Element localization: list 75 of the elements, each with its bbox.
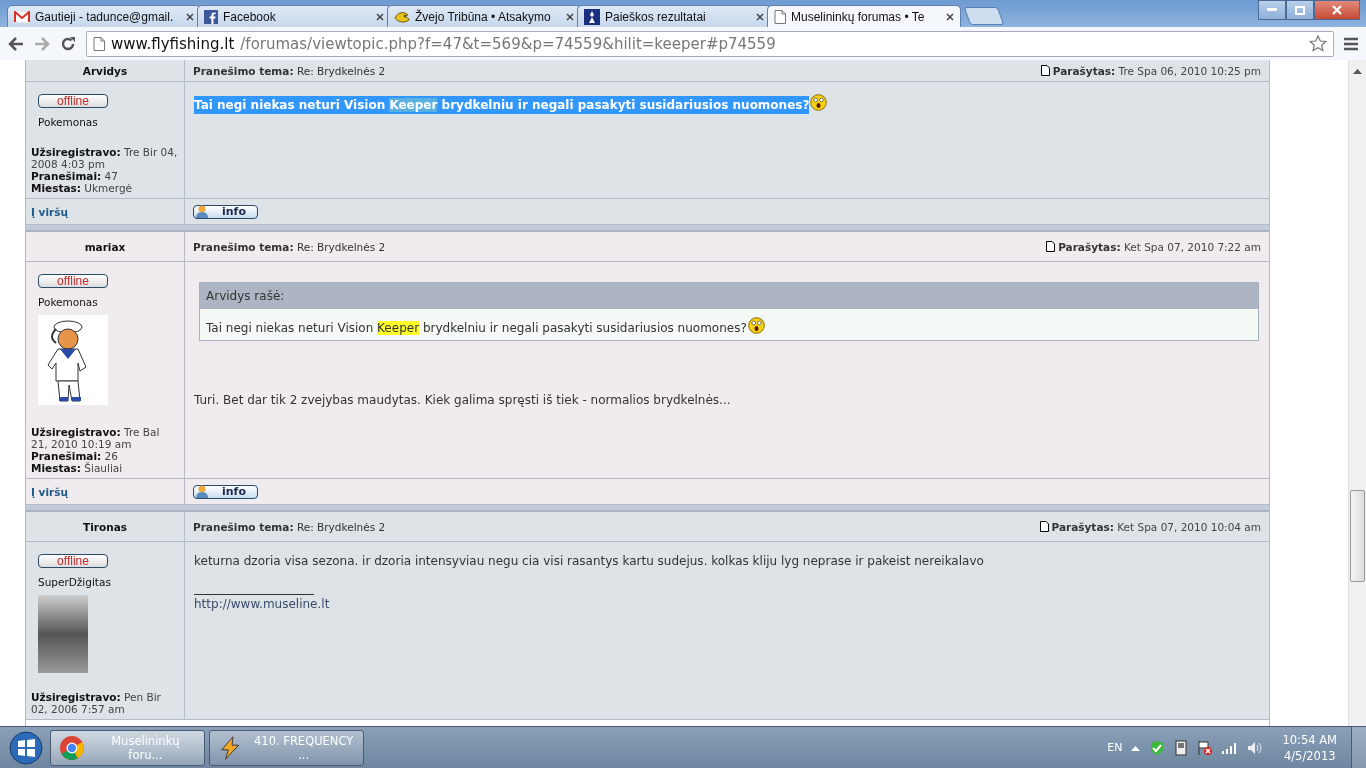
device-icon[interactable]: [1174, 739, 1189, 756]
mail-icon: [14, 10, 30, 23]
close-tab-icon[interactable]: [566, 12, 574, 21]
user-detail: Užsiregistravo: Pen Bir 02, 2006 7:57 am: [31, 691, 162, 715]
back-icon[interactable]: [8, 36, 24, 51]
user-icon: [196, 205, 208, 218]
page-icon: [774, 9, 786, 24]
back-to-top-link[interactable]: Į viršų: [26, 485, 68, 498]
user-rank: Pokemonas: [38, 296, 99, 308]
user-rank: Pokemonas: [38, 116, 99, 128]
show-desktop-button[interactable]: [1351, 727, 1366, 768]
info-button[interactable]: info: [193, 204, 258, 219]
status-badge: offline: [38, 554, 108, 568]
close-icon: [1332, 5, 1342, 15]
start-button[interactable]: [6, 729, 46, 766]
post-text: keturna dzoria visa sezona. ir dzoria intensyviau negu cia visi rasantys kartu sudejus. kolkas kliju lyg neprase ir pakeist nereikalavo: [194, 554, 984, 568]
user-detail: Užsiregistravo: Tre Bir 04, 2008 4:03 pm: [31, 146, 179, 170]
emblem-icon: [584, 8, 600, 25]
user-detail: Miestas: Šiauliai: [31, 462, 124, 474]
minimize-icon: [1267, 8, 1277, 12]
post-text: Tai negi niekas neturi Vision Keeper brydkelniu ir negali pasakyti susidariusios nuomones?: [194, 96, 810, 114]
volume-icon[interactable]: [1247, 740, 1264, 755]
clock-date: 4/5/2013: [1283, 747, 1336, 764]
info-button[interactable]: info: [193, 484, 258, 499]
reload-icon[interactable]: [60, 35, 76, 52]
user-rank: SuperDžigitas: [38, 576, 112, 588]
author-name[interactable]: mariax: [26, 232, 185, 262]
back-to-top-link[interactable]: Į viršų: [26, 205, 68, 218]
status-badge: offline: [38, 274, 108, 288]
post-subject: Pranešimo tema: Re: Brydkelnės 2: [193, 64, 386, 77]
new-tab-button[interactable]: [963, 7, 1005, 25]
user-detail: Pranešimai: 47: [31, 170, 119, 182]
author-name[interactable]: Tironas: [26, 512, 185, 542]
close-button[interactable]: [1314, 0, 1360, 20]
maximize-icon: [1295, 5, 1305, 15]
windows-logo-icon: [9, 730, 43, 765]
user-detail: Pranešimai: 26: [31, 450, 119, 462]
address-field[interactable]: www.flyfishing.lt /forumas/viewtopic.php?f=47&t=569&p=74559&hilit=keeper#p74559: [86, 30, 1334, 57]
post-date: Parašytas: Tre Spa 06, 2010 10:25 pm: [1052, 64, 1261, 77]
post-subject: Pranešimo tema: Re: Brydkelnės 2: [193, 240, 386, 253]
menu-icon[interactable]: [1344, 36, 1358, 51]
signature-link[interactable]: http://www.museline.lt: [194, 597, 330, 611]
shield-check-icon[interactable]: [1149, 739, 1166, 756]
signal-icon[interactable]: [1222, 741, 1239, 754]
scrollbar-thumb[interactable]: [1350, 490, 1365, 582]
page-icon: [93, 36, 105, 51]
user-icon: [196, 485, 208, 498]
post-icon: [1040, 64, 1050, 76]
close-tab-icon[interactable]: [186, 12, 194, 21]
chrome-icon: [59, 734, 85, 761]
author-name[interactable]: Arvidys: [26, 60, 185, 82]
quote-author: Arvidys rašė:: [200, 283, 1258, 309]
post-date: Parašytas: Ket Spa 07, 2010 10:04 am: [1051, 520, 1261, 533]
post-date: Parašytas: Ket Spa 07, 2010 7:22 am: [1058, 240, 1261, 253]
browser-tab[interactable]: Muselininkų forumas • Te: [767, 5, 961, 27]
post-icon: [1046, 240, 1056, 252]
post-text: Turi. Bet dar tik 2 zvejybas maudytas. Kiek galima spręsti iš tiek - normalios brydkelnės...: [194, 393, 731, 407]
scroll-up-icon[interactable]: [1353, 68, 1362, 74]
status-badge: offline: [38, 94, 108, 108]
tray-arrow-icon[interactable]: [1131, 744, 1141, 751]
minimize-button[interactable]: [1258, 0, 1286, 20]
scrollbar[interactable]: [1348, 60, 1366, 726]
post-icon: [1039, 520, 1049, 532]
clock-time: 10:54 AM: [1282, 731, 1337, 748]
facebook-icon: [204, 9, 218, 24]
user-detail: Užsiregistravo: Tre Bal 21, 2010 10:19 am: [31, 426, 161, 450]
maximize-button[interactable]: [1286, 0, 1314, 20]
fish-icon: [394, 9, 410, 24]
post-subject: Pranešimo tema: Re: Brydkelnės 2: [193, 520, 386, 533]
star-icon[interactable]: [1309, 35, 1327, 52]
close-tab-icon[interactable]: [946, 12, 954, 21]
close-tab-icon[interactable]: [756, 12, 764, 21]
user-detail: Miestas: Ukmergė: [31, 182, 134, 194]
close-tab-icon[interactable]: [376, 12, 384, 21]
flag-error-icon[interactable]: [1197, 739, 1214, 756]
